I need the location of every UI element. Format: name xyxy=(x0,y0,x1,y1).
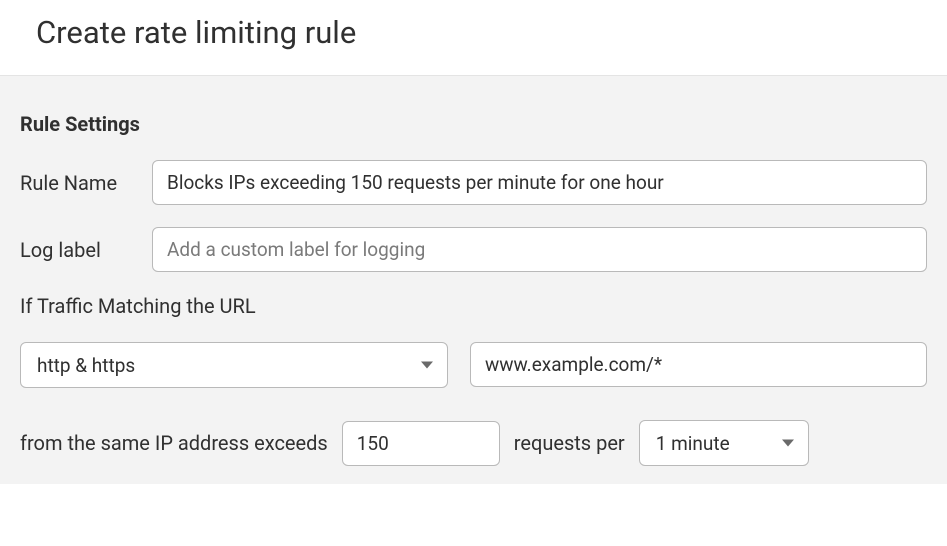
log-label-label: Log label xyxy=(20,238,138,262)
rule-name-input[interactable] xyxy=(152,160,927,205)
chevron-down-icon xyxy=(421,362,433,369)
log-label-input[interactable] xyxy=(152,227,927,272)
chevron-down-icon xyxy=(782,440,794,447)
traffic-heading: If Traffic Matching the URL xyxy=(20,294,927,318)
scheme-select[interactable]: http & https xyxy=(20,342,448,388)
rule-name-row: Rule Name xyxy=(20,160,927,205)
scheme-select-value: http & https xyxy=(37,354,135,377)
log-label-row: Log label xyxy=(20,227,927,272)
url-pattern-input[interactable] xyxy=(470,342,927,387)
request-count-input[interactable] xyxy=(342,421,500,466)
page-title: Create rate limiting rule xyxy=(36,14,927,51)
url-match-row: http & https xyxy=(20,342,927,388)
threshold-mid-label: requests per xyxy=(514,431,625,455)
time-period-select[interactable]: 1 minute xyxy=(639,420,809,466)
threshold-prefix-label: from the same IP address exceeds xyxy=(20,431,328,455)
section-title: Rule Settings xyxy=(20,112,927,136)
threshold-row: from the same IP address exceeds request… xyxy=(20,420,927,466)
rule-name-label: Rule Name xyxy=(20,171,138,195)
rule-settings-panel: Rule Settings Rule Name Log label If Tra… xyxy=(0,75,947,484)
time-period-value: 1 minute xyxy=(656,432,730,455)
